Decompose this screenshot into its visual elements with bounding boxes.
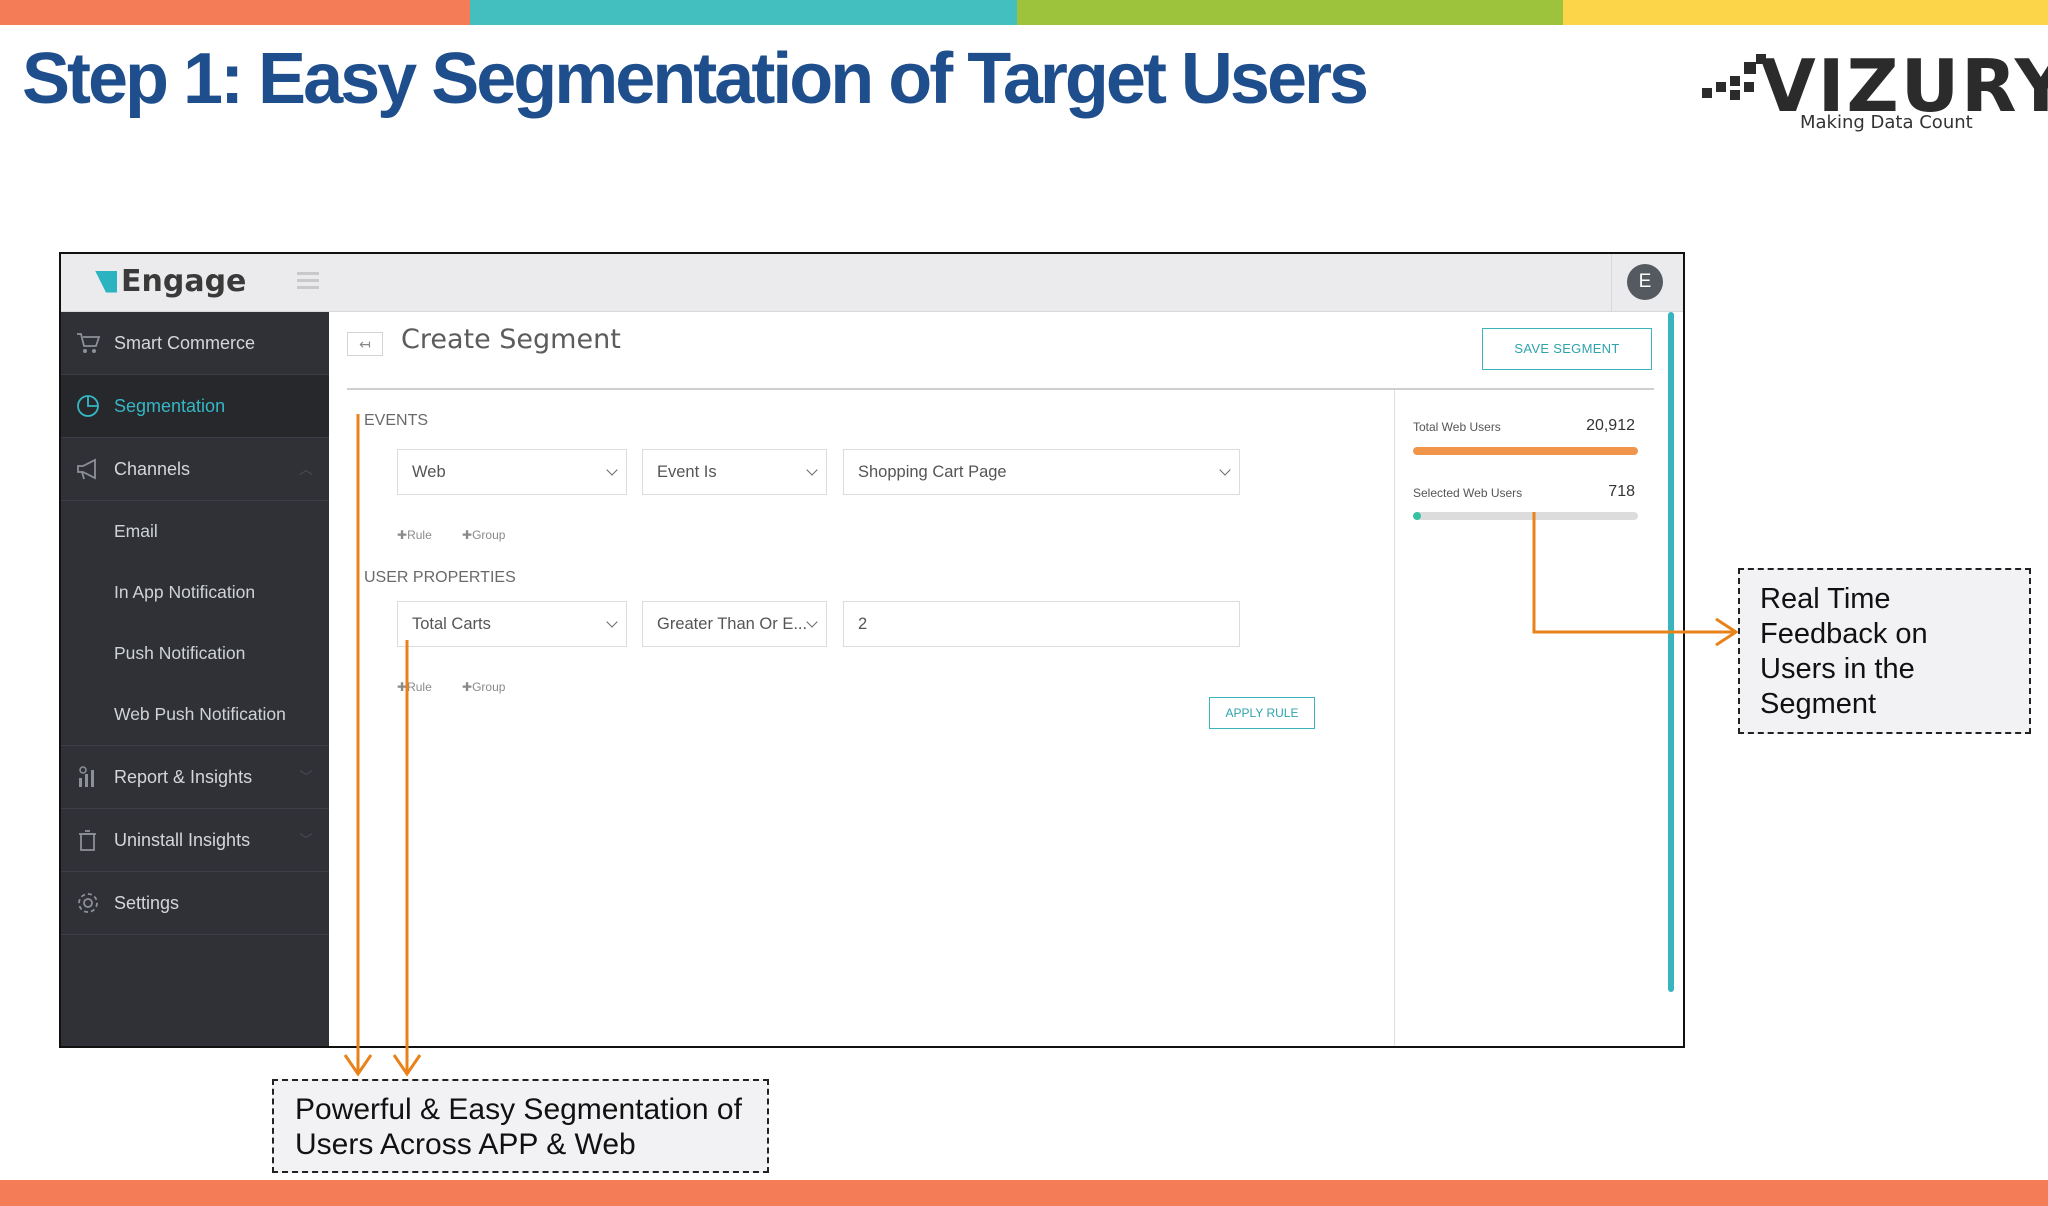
sidebar-item-uninstall-insights[interactable]: Uninstall Insights ﹀: [61, 809, 329, 872]
event-condition-value: Event Is: [657, 463, 717, 481]
total-web-users-bar-fill: [1413, 447, 1638, 455]
header-divider: [1611, 254, 1612, 311]
callout-line: Users Across APP & Web: [295, 1128, 636, 1161]
add-group-label: Group: [472, 680, 506, 694]
platform-select-value: Web: [412, 463, 446, 481]
user-properties-label: USER PROPERTIES: [364, 569, 516, 586]
apply-rule-button[interactable]: APPLY RULE: [1209, 697, 1315, 729]
sidebar-subitem-email[interactable]: Email: [61, 501, 329, 562]
add-rule-label: Rule: [407, 528, 432, 542]
chevron-down-icon: [806, 464, 818, 476]
chevron-down-icon: [606, 464, 618, 476]
create-segment-panel: ↤ Create Segment SAVE SEGMENT EVENTS Web…: [329, 312, 1677, 1046]
sidebar: Smart Commerce Segmentation Channels ︿ E…: [61, 312, 329, 1046]
event-condition-select[interactable]: Event Is: [642, 449, 827, 495]
sidebar-subitem-in-app-notification[interactable]: In App Notification: [61, 562, 329, 623]
add-group-label: Group: [472, 528, 506, 542]
sidebar-item-label: Settings: [114, 892, 180, 913]
pie-chart-icon: [77, 395, 99, 417]
add-rule-link[interactable]: ✚Rule: [397, 528, 432, 542]
callout-line: Segment: [1760, 688, 1877, 720]
brand-name: Engage: [121, 264, 247, 299]
sidebar-item-label: Smart Commerce: [114, 332, 256, 353]
sidebar-item-settings[interactable]: Settings: [61, 872, 329, 935]
platform-select[interactable]: Web: [397, 449, 627, 495]
event-select-value: Shopping Cart Page: [858, 463, 1007, 481]
selected-web-users-value: 718: [1608, 483, 1635, 500]
operator-select[interactable]: Greater Than Or E...: [642, 601, 827, 647]
scrollbar[interactable]: [1668, 312, 1674, 992]
sidebar-item-smart-commerce[interactable]: Smart Commerce: [61, 312, 329, 375]
total-web-users-bar: [1413, 447, 1638, 455]
callout-line: Feedback on: [1760, 618, 1928, 650]
chevron-down-icon: [606, 616, 618, 628]
sidebar-item-label: Segmentation: [114, 395, 226, 416]
property-select-value: Total Carts: [412, 615, 491, 633]
engage-app-window: Engage E Smart Commerce Segmentation Cha…: [59, 252, 1685, 1048]
chevron-down-icon: ﹀: [299, 832, 313, 848]
property-select[interactable]: Total Carts: [397, 601, 627, 647]
total-web-users-value: 20,912: [1586, 417, 1635, 434]
operator-select-value: Greater Than Or E...: [657, 615, 808, 633]
arrow-head-icon: [392, 1054, 422, 1077]
user-avatar[interactable]: E: [1627, 264, 1663, 300]
bottom-color-bar: [0, 1180, 2048, 1206]
selected-web-users-bar: [1413, 512, 1638, 520]
brand-logo[interactable]: Engage: [95, 264, 246, 299]
megaphone-icon: [77, 458, 96, 480]
add-group-link[interactable]: ✚Group: [462, 680, 505, 694]
sidebar-item-label: Report & Insights: [114, 766, 253, 787]
brand-mark-icon: [95, 270, 117, 293]
events-label: EVENTS: [364, 412, 429, 429]
chevron-down-icon: [806, 616, 818, 628]
logo-tagline: Making Data Count: [1800, 112, 1973, 133]
vizury-logo: VIZURY Making Data Count: [1700, 44, 2048, 144]
stats-divider-line: [1394, 390, 1395, 1046]
back-arrow-icon[interactable]: ↤: [347, 332, 383, 356]
callout-line: Real Time: [1760, 583, 1891, 615]
chevron-down-icon: ﹀: [299, 769, 313, 785]
slide-title: Step 1: Easy Segmentation of Target User…: [22, 39, 1369, 119]
callout-line: Powerful & Easy Segmentation of: [295, 1093, 742, 1126]
arrow-head-icon: [1715, 617, 1739, 647]
hamburger-menu-icon[interactable]: [297, 272, 319, 293]
total-web-users-label: Total Web Users: [1413, 420, 1501, 434]
cart-icon: [77, 333, 101, 353]
add-rule-label: Rule: [407, 680, 432, 694]
plus-icon: ✚: [462, 680, 473, 694]
report-icon: [79, 766, 94, 787]
property-value-text: 2: [858, 615, 868, 633]
callout-line: Users in the: [1760, 653, 1915, 685]
page-title: Create Segment: [401, 324, 621, 355]
sidebar-item-segmentation[interactable]: Segmentation: [61, 375, 329, 438]
chevron-up-icon: ︿: [299, 461, 313, 477]
trash-icon: [79, 830, 96, 851]
app-header: Engage E: [61, 254, 1683, 312]
save-segment-button[interactable]: SAVE SEGMENT: [1482, 328, 1652, 370]
event-select[interactable]: Shopping Cart Page: [843, 449, 1240, 495]
realtime-feedback-callout: Real Time Feedback on Users in the Segme…: [1738, 568, 2031, 734]
property-value-input[interactable]: 2: [843, 601, 1240, 647]
add-rule-link[interactable]: ✚Rule: [397, 680, 432, 694]
sidebar-subitem-web-push-notification[interactable]: Web Push Notification: [61, 684, 329, 746]
sidebar-subitem-push-notification[interactable]: Push Notification: [61, 623, 329, 684]
plus-icon: ✚: [397, 528, 408, 542]
add-group-link[interactable]: ✚Group: [462, 528, 505, 542]
header-divider-line: [347, 388, 1654, 390]
selected-web-users-bar-fill: [1413, 512, 1421, 520]
plus-icon: ✚: [397, 680, 408, 694]
arrow-head-icon: [343, 1054, 373, 1077]
sidebar-item-label: Channels: [114, 458, 191, 479]
chevron-down-icon: [1219, 464, 1231, 476]
sidebar-item-label: Uninstall Insights: [114, 829, 251, 850]
sidebar-item-channels[interactable]: Channels ︿: [61, 438, 329, 501]
sidebar-item-report-insights[interactable]: Report & Insights ﹀: [61, 746, 329, 809]
segmentation-callout: Powerful & Easy Segmentation of Users Ac…: [272, 1079, 769, 1173]
plus-icon: ✚: [462, 528, 473, 542]
selected-web-users-label: Selected Web Users: [1413, 486, 1523, 500]
top-color-bar: [0, 0, 2048, 25]
gear-icon: [78, 893, 98, 913]
